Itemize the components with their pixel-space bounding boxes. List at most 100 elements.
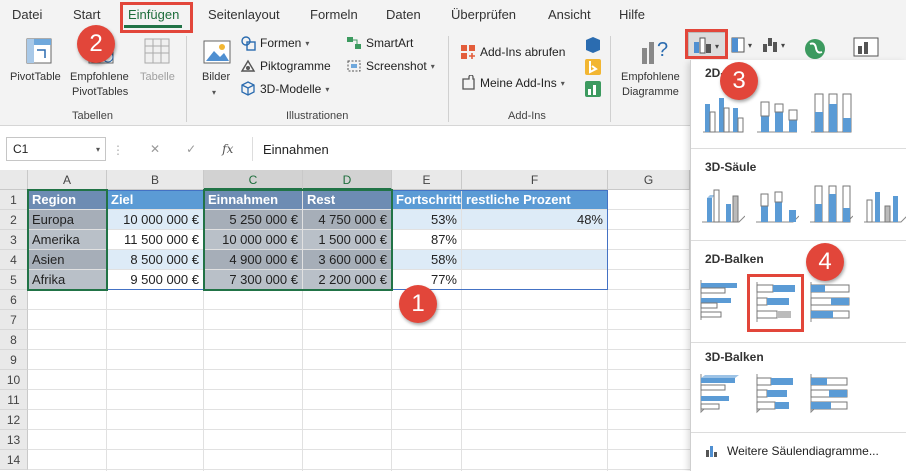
cell-g5[interactable] <box>608 270 690 290</box>
3d-clustered-column-icon[interactable] <box>699 180 745 226</box>
cell-e2[interactable]: 53% <box>392 210 462 230</box>
tab-ansicht[interactable]: Ansicht <box>548 7 591 22</box>
pictures-chevron-down-icon[interactable]: ▾ <box>212 88 216 97</box>
column-header-g[interactable]: G <box>608 170 690 190</box>
cell-f3[interactable] <box>462 230 608 250</box>
cell-c1[interactable]: Einnahmen <box>204 190 303 210</box>
maps-chart-icon[interactable] <box>802 36 828 62</box>
cell-e1[interactable]: Fortschritt <box>392 190 462 210</box>
row-header-11[interactable]: 11 <box>0 390 28 410</box>
cell-c4[interactable]: 4 900 000 € <box>204 250 303 270</box>
stacked-column-icon[interactable] <box>753 88 799 134</box>
cell-d5[interactable]: 2 200 000 € <box>303 270 392 290</box>
3d-stacked-column-icon[interactable] <box>753 180 799 226</box>
row-header-5[interactable]: 5 <box>0 270 28 290</box>
people-graph-icon[interactable] <box>584 80 602 98</box>
row-header-1[interactable]: 1 <box>0 190 28 210</box>
cell-f2[interactable]: 48% <box>462 210 608 230</box>
cell-d1[interactable]: Rest <box>303 190 392 210</box>
tab-daten[interactable]: Daten <box>386 7 421 22</box>
cell-g4[interactable] <box>608 250 690 270</box>
shapes-button[interactable]: Formen ▾ <box>240 34 309 52</box>
cell-b4[interactable]: 8 500 000 € <box>107 250 204 270</box>
smartart-button[interactable]: SmartArt <box>346 34 413 52</box>
cell-g1[interactable] <box>608 190 690 210</box>
pivottable-button[interactable]: PivotTable <box>10 70 61 84</box>
table-button[interactable]: Tabelle <box>140 70 175 84</box>
cell-a4[interactable]: Asien <box>28 250 107 270</box>
stacked-100-column-icon[interactable] <box>807 88 853 134</box>
column-header-e[interactable]: E <box>392 170 462 190</box>
select-all-corner[interactable] <box>0 170 28 190</box>
hierarchy-chart-icon[interactable]: ▾ <box>729 34 759 56</box>
3d-models-button[interactable]: 3D-Modelle ▾ <box>240 80 329 98</box>
cell-d4[interactable]: 3 600 000 € <box>303 250 392 270</box>
column-header-c[interactable]: C <box>204 170 303 190</box>
tab-ueberpruefen[interactable]: Überprüfen <box>451 7 516 22</box>
cancel-icon[interactable]: ✕ <box>150 142 160 156</box>
stacked-100-bar-icon[interactable] <box>807 278 853 324</box>
recommended-charts-button[interactable]: Empfohlene <box>621 70 680 84</box>
cell-e4[interactable]: 58% <box>392 250 462 270</box>
row-header-13[interactable]: 13 <box>0 430 28 450</box>
row-header-12[interactable]: 12 <box>0 410 28 430</box>
tab-hilfe[interactable]: Hilfe <box>619 7 645 22</box>
cell-b5[interactable]: 9 500 000 € <box>107 270 204 290</box>
cell-d3[interactable]: 1 500 000 € <box>303 230 392 250</box>
row-header-14[interactable]: 14 <box>0 450 28 470</box>
cell-e3[interactable]: 87% <box>392 230 462 250</box>
row-header-2[interactable]: 2 <box>0 210 28 230</box>
recommended-pivot-button[interactable]: Empfohlene <box>70 70 129 84</box>
column-header-b[interactable]: B <box>107 170 204 190</box>
visio-icon[interactable] <box>584 36 602 54</box>
cell-c5[interactable]: 7 300 000 € <box>204 270 303 290</box>
row-header-6[interactable]: 6 <box>0 290 28 310</box>
cell-c3[interactable]: 10 000 000 € <box>204 230 303 250</box>
cell-g2[interactable] <box>608 210 690 230</box>
cell-d2[interactable]: 4 750 000 € <box>303 210 392 230</box>
my-addins-button[interactable]: Meine Add-Ins ▾ <box>460 74 565 92</box>
pivotchart-icon[interactable] <box>852 36 882 60</box>
row-header-10[interactable]: 10 <box>0 370 28 390</box>
screenshot-button[interactable]: Screenshot ▾ <box>346 57 435 75</box>
cell-b3[interactable]: 11 500 000 € <box>107 230 204 250</box>
cell-f4[interactable] <box>462 250 608 270</box>
3d-stacked-bar-icon[interactable] <box>753 370 799 416</box>
pictures-button[interactable]: Bilder <box>202 70 230 84</box>
tab-seitenlayout[interactable]: Seitenlayout <box>208 7 280 22</box>
cell-b2[interactable]: 10 000 000 € <box>107 210 204 230</box>
name-box-chevron-icon[interactable]: ▾ <box>96 145 100 154</box>
bing-icon[interactable] <box>584 58 602 76</box>
3d-stacked-100-bar-icon[interactable] <box>807 370 853 416</box>
3d-stacked-100-column-icon[interactable] <box>807 180 853 226</box>
column-header-a[interactable]: A <box>28 170 107 190</box>
cell-a3[interactable]: Amerika <box>28 230 107 250</box>
insert-function-icon[interactable]: fx <box>222 142 233 156</box>
3d-column-icon[interactable] <box>861 180 906 226</box>
cell-c2[interactable]: 5 250 000 € <box>204 210 303 230</box>
row-header-9[interactable]: 9 <box>0 350 28 370</box>
cell-a2[interactable]: Europa <box>28 210 107 230</box>
cell-b1[interactable]: Ziel <box>107 190 204 210</box>
cell-a5[interactable]: Afrika <box>28 270 107 290</box>
clustered-bar-icon[interactable] <box>697 276 743 322</box>
cell-a1[interactable]: Region <box>28 190 107 210</box>
cell-f5[interactable] <box>462 270 608 290</box>
cell-g3[interactable] <box>608 230 690 250</box>
row-header-3[interactable]: 3 <box>0 230 28 250</box>
row-header-7[interactable]: 7 <box>0 310 28 330</box>
column-header-d[interactable]: D <box>303 170 392 190</box>
waterfall-chart-icon[interactable]: ▾ <box>760 34 792 56</box>
confirm-icon[interactable]: ✓ <box>186 142 196 156</box>
row-header-4[interactable]: 4 <box>0 250 28 270</box>
tab-datei[interactable]: Datei <box>12 7 42 22</box>
name-box[interactable]: C1 ▾ <box>6 137 106 161</box>
tab-start[interactable]: Start <box>73 7 100 22</box>
tab-formeln[interactable]: Formeln <box>310 7 358 22</box>
formula-input[interactable]: Einnahmen <box>252 137 690 161</box>
3d-clustered-bar-icon[interactable] <box>697 370 743 416</box>
more-column-charts-link[interactable]: Weitere Säulendiagramme... <box>705 444 879 458</box>
cell-f1[interactable]: restliche Prozent <box>462 190 608 210</box>
column-header-f[interactable]: F <box>462 170 608 190</box>
row-header-8[interactable]: 8 <box>0 330 28 350</box>
